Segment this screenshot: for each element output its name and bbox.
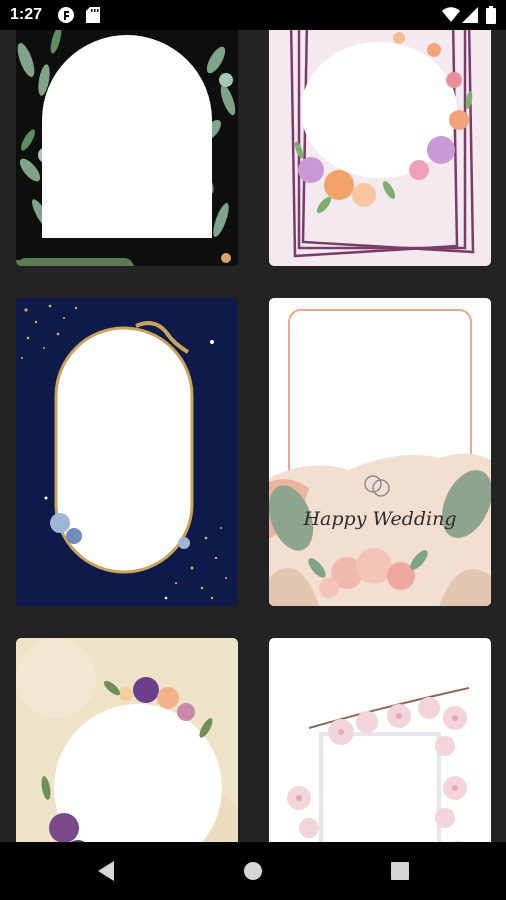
template-card-cherry-blossom[interactable] (269, 638, 491, 842)
template-card-navy-gold-oval[interactable] (16, 298, 238, 606)
recents-square-icon (391, 862, 409, 880)
wifi-icon (442, 7, 460, 28)
sd-card-icon (86, 7, 100, 28)
back-button[interactable] (66, 842, 146, 900)
status-time: 1:27 (10, 6, 43, 23)
cherry-blossom-square-frame-image (269, 638, 491, 842)
navigation-bar (0, 842, 506, 900)
template-card-purple-floral-lines[interactable] (269, 30, 491, 266)
notification-app-icon (58, 7, 74, 28)
template-card-green-leaves-arch[interactable] (16, 30, 238, 266)
wedding-caption: Happy Wedding (303, 508, 457, 530)
recents-button[interactable] (360, 842, 440, 900)
battery-icon (486, 6, 496, 29)
template-card-peach-tropical-wedding[interactable]: Happy Wedding (269, 298, 491, 606)
template-grid[interactable]: Happy Wedding (0, 30, 506, 842)
green-leaves-arch-frame-image (16, 30, 238, 266)
home-circle-icon (244, 862, 262, 880)
signal-icon (462, 7, 478, 28)
status-bar: 1:27 (0, 0, 506, 30)
purple-floral-lines-frame-image (269, 30, 491, 266)
vintage-purple-floral-circle-frame-image (16, 638, 238, 842)
home-button[interactable] (213, 842, 293, 900)
peach-tropical-wedding-frame-image (269, 298, 491, 606)
template-card-vintage-purple-floral[interactable] (16, 638, 238, 842)
navy-gold-oval-frame-image (16, 298, 238, 606)
back-triangle-icon (98, 861, 114, 881)
